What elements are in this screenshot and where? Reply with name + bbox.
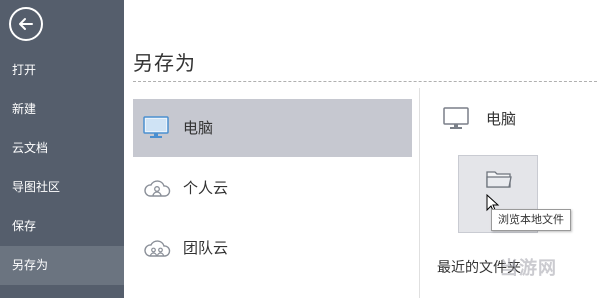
sidebar-item-open[interactable]: 打开	[0, 51, 124, 90]
monitor-icon	[443, 107, 469, 129]
cloud-person-icon	[144, 180, 171, 197]
sidebar-item-save[interactable]: 保存	[0, 207, 124, 246]
watermark: 当游网	[500, 258, 557, 279]
location-label: 个人云	[183, 179, 229, 197]
browse-tooltip: 浏览本地文件	[491, 209, 571, 231]
location-label: 团队云	[183, 239, 229, 257]
arrow-left-icon	[19, 18, 33, 30]
page-title: 另存为	[133, 51, 196, 75]
folder-icon	[486, 171, 512, 188]
location-computer[interactable]: 电脑	[133, 99, 412, 157]
back-button[interactable]	[9, 7, 43, 41]
sidebar-item-save-as[interactable]: 另存为	[0, 246, 124, 285]
cloud-team-icon	[144, 240, 171, 257]
location-team-cloud[interactable]: 团队云	[133, 219, 412, 277]
sidebar-item-new[interactable]: 新建	[0, 90, 124, 129]
location-label: 电脑	[183, 119, 214, 137]
monitor-icon	[143, 116, 169, 138]
panel-title: 电脑	[486, 110, 517, 128]
panel-divider	[419, 88, 420, 298]
sidebar: 打开 新建 云文档 导图社区 保存 另存为	[0, 0, 124, 298]
sidebar-item-cloud-docs[interactable]: 云文档	[0, 129, 124, 168]
sidebar-item-community[interactable]: 导图社区	[0, 168, 124, 207]
title-divider	[133, 81, 597, 82]
location-personal-cloud[interactable]: 个人云	[133, 159, 412, 217]
